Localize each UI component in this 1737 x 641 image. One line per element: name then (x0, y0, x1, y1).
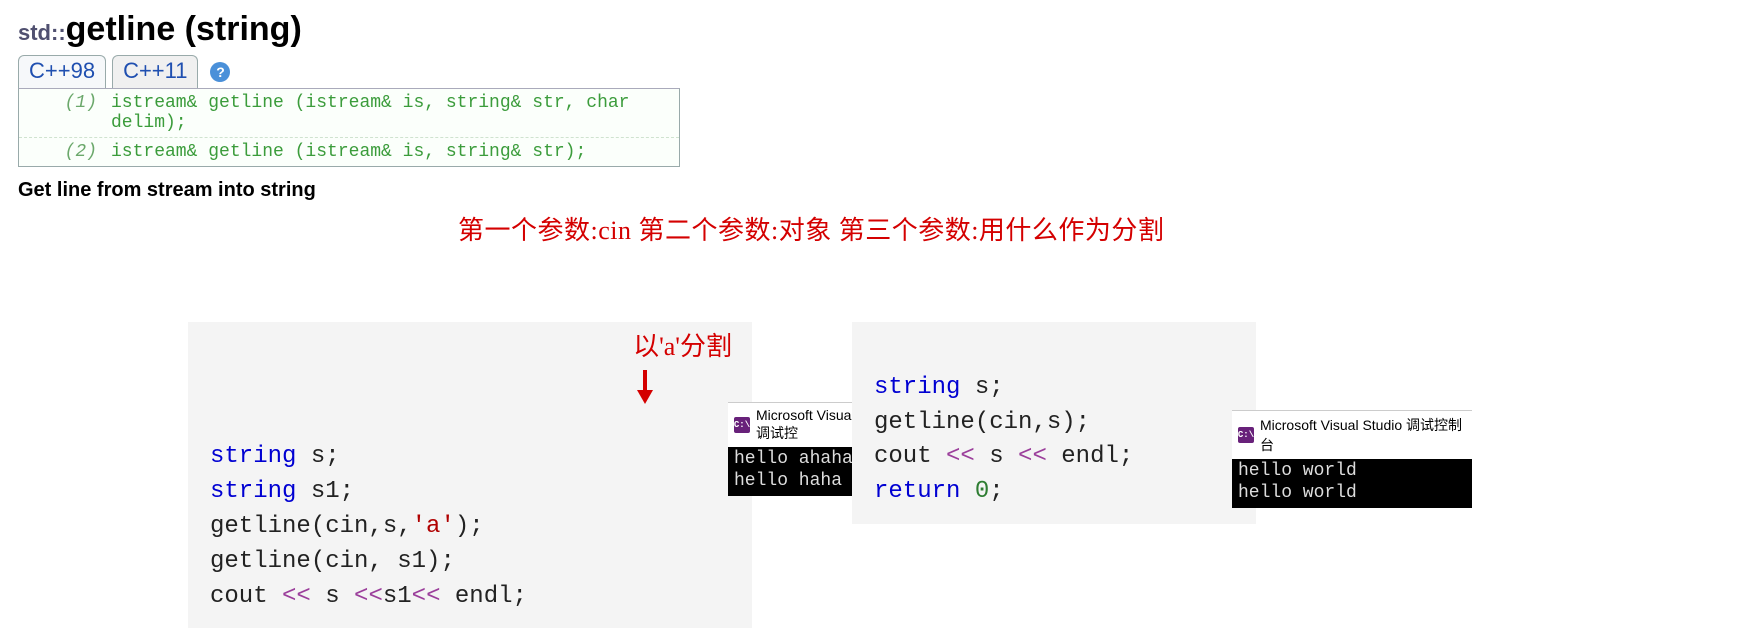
code-example-right: string s; getline(cin,s); cout << s << e… (852, 322, 1256, 524)
annotation-split: 以'a'分割 (633, 328, 732, 366)
console-window-right: C:\ Microsoft Visual Studio 调试控制台 hello … (1232, 410, 1472, 508)
version-tabs: C++98 C++11 ? (18, 55, 1719, 88)
tab-cpp98[interactable]: C++98 (18, 55, 106, 88)
title-namespace: std:: (18, 20, 66, 45)
console-titlebar: C:\ Microsoft Visual Studio 调试控制台 (1232, 411, 1472, 459)
signature-index: (2) (27, 142, 111, 162)
console-title: Microsoft Visual Studio 调试控制台 (1260, 415, 1466, 455)
help-icon[interactable]: ? (210, 62, 230, 82)
annotation-parameters: 第一个参数:cin 第二个参数:对象 第三个参数:用什么作为分割 (458, 210, 1164, 247)
signature-code: istream& getline (istream& is, string& s… (111, 142, 671, 162)
tab-cpp11[interactable]: C++11 (112, 55, 198, 88)
signature-index: (1) (27, 93, 111, 113)
description-title: Get line from stream into string (18, 179, 1719, 202)
signature-row: (1) istream& getline (istream& is, strin… (19, 89, 679, 138)
signature-box: (1) istream& getline (istream& is, strin… (18, 88, 680, 167)
code-example-left: 以'a'分割 string s; string s1; getline(cin,… (188, 322, 752, 628)
page-title: std::getline (string) (18, 10, 1719, 49)
title-suffix: (string) (175, 10, 302, 48)
arrow-down-icon (633, 370, 657, 404)
vs-icon: C:\ (734, 417, 750, 433)
signature-row: (2) istream& getline (istream& is, strin… (19, 138, 679, 166)
console-output: hello world hello world (1232, 459, 1472, 508)
vs-icon: C:\ (1238, 427, 1254, 443)
title-function: getline (66, 10, 176, 48)
signature-code: istream& getline (istream& is, string& s… (111, 93, 671, 133)
